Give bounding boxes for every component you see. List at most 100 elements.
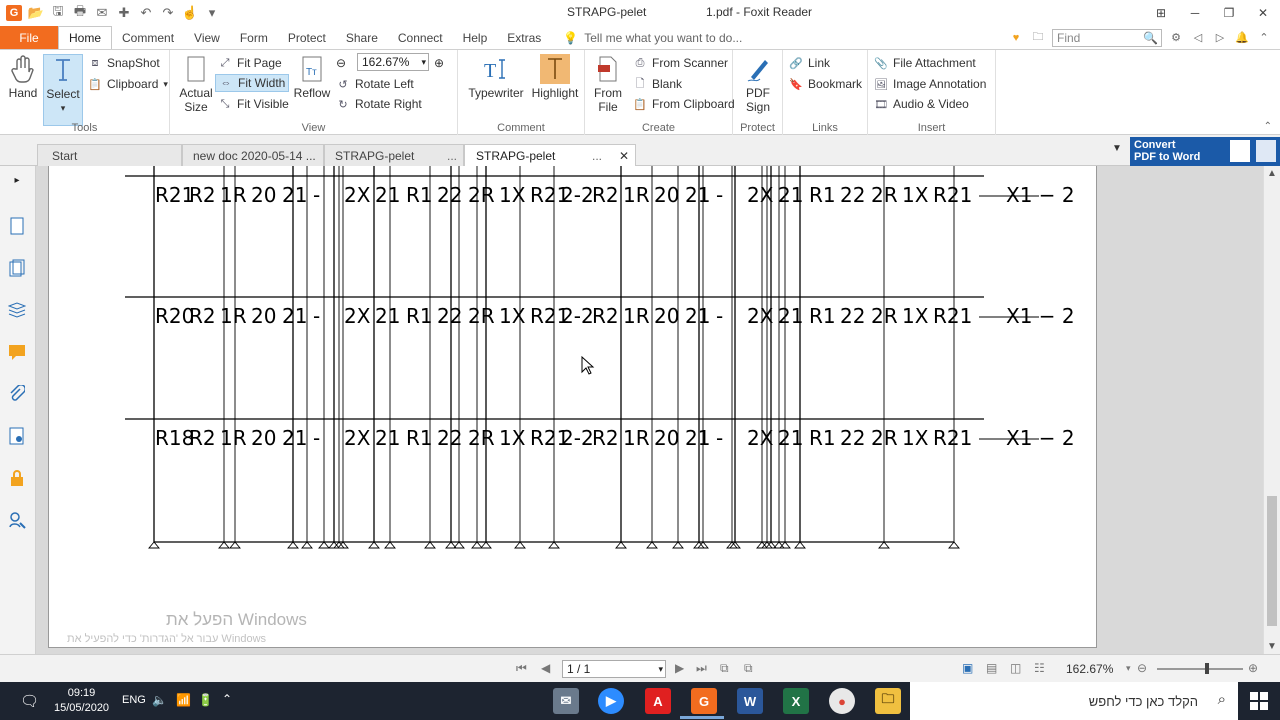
pdf-sign-button[interactable]: PDF Sign <box>739 54 777 114</box>
tab-share[interactable]: Share <box>336 26 388 49</box>
link-button[interactable]: 🔗 Link <box>789 54 830 72</box>
fit-page-button[interactable]: ⤢ Fit Page <box>218 54 282 72</box>
volume-icon[interactable]: 🔈 <box>152 693 167 707</box>
snapshot-button[interactable]: ⧈ SnapShot <box>88 54 160 72</box>
continuous-page-icon[interactable]: ▤ <box>986 661 997 675</box>
undo-icon[interactable]: ↶ <box>136 3 156 23</box>
tab-view[interactable]: View <box>184 26 230 49</box>
redo-icon[interactable]: ↷ <box>158 3 178 23</box>
file-attachment-button[interactable]: 📎 File Attachment <box>874 54 976 72</box>
find-input[interactable]: Find 🔍 <box>1052 28 1162 47</box>
rotate-left-button[interactable]: ↺ Rotate Left <box>336 75 413 93</box>
minimize-button[interactable]: ─ <box>1178 0 1212 26</box>
typewriter-button[interactable]: T Typewriter <box>466 54 526 100</box>
tab-home[interactable]: Home <box>58 26 113 49</box>
doc-tab-new-doc[interactable]: new doc 2020-05-14 ... <box>182 144 324 166</box>
tab-connect[interactable]: Connect <box>388 26 453 49</box>
zoom-out-icon[interactable]: ⊖ <box>336 54 346 72</box>
forward-icon[interactable]: ▷ <box>1212 30 1228 46</box>
zoom-app-icon[interactable]: ▶ <box>598 688 624 714</box>
attachments-icon[interactable] <box>7 384 27 404</box>
new-icon[interactable]: ✚ <box>114 3 134 23</box>
highlight-button[interactable]: Highlight <box>530 54 580 100</box>
zoom-level[interactable]: 162.67% <box>1066 662 1113 676</box>
doc-tab-start[interactable]: Start <box>37 144 182 166</box>
security-lock-icon[interactable] <box>7 468 27 488</box>
search-folder-icon[interactable]: 🗀 <box>1030 30 1046 46</box>
facing-page-icon[interactable]: ◫ <box>1010 661 1021 675</box>
open-folder-icon[interactable]: 📂 <box>26 3 46 23</box>
customize-icon[interactable]: ▾ <box>202 3 222 23</box>
tab-protect[interactable]: Protect <box>278 26 336 49</box>
next-view-icon[interactable]: ⧉ <box>744 661 753 676</box>
taskbar-clock[interactable]: 09:19 15/05/2020 <box>54 686 109 716</box>
fit-visible-button[interactable]: ⤡ Fit Visible <box>218 95 289 113</box>
tab-comment[interactable]: Comment <box>112 26 184 49</box>
acrobat-app-icon[interactable]: A <box>645 688 671 714</box>
previous-view-icon[interactable]: ⧉ <box>720 661 729 676</box>
notifications-icon[interactable]: 🗨 <box>20 692 39 710</box>
zoom-select[interactable]: 162.67% ▾ <box>357 53 429 71</box>
tell-me-box[interactable]: 💡 Tell me what you want to do... <box>563 26 742 49</box>
hand-button[interactable]: Hand <box>6 54 40 100</box>
from-clipboard-button[interactable]: 📋 From Clipboard <box>633 95 735 113</box>
close-button[interactable]: ✕ <box>1246 0 1280 26</box>
bookmark-button[interactable]: 🔖 Bookmark <box>789 75 862 93</box>
zoom-slider-knob[interactable] <box>1205 663 1209 674</box>
last-page-icon[interactable]: ⏭ <box>696 661 707 676</box>
continuous-facing-icon[interactable]: ☷ <box>1034 661 1045 675</box>
fit-width-button[interactable]: ⇔ Fit Width <box>215 74 290 92</box>
doc-tab-strapg-1[interactable]: STRAPG-pelet ... <box>324 144 464 166</box>
comments-icon[interactable] <box>7 342 27 362</box>
convert-pdf-to-word-banner[interactable]: Convert PDF to Word <box>1130 137 1280 166</box>
zoom-in-status-icon[interactable]: ⊕ <box>1248 661 1258 675</box>
wifi-icon[interactable]: 📶 <box>176 693 191 707</box>
tab-help[interactable]: Help <box>453 26 498 49</box>
page-number-input[interactable]: 1 / 1 ▾ <box>562 660 666 678</box>
taskbar-search-box[interactable]: הקלד כאן כדי לחפש ⌕ <box>910 682 1238 720</box>
audio-video-button[interactable]: 🎞 Audio & Video <box>874 95 969 113</box>
maximize-button[interactable]: ❐ <box>1212 0 1246 26</box>
file-explorer-app-icon[interactable]: 🗀 <box>875 688 901 714</box>
tab-list-dropdown-icon[interactable]: ▼ <box>1112 143 1122 154</box>
document-view[interactable]: R21 R2 1R 20 21-2X 21 R1 22 2R 1X R21 2-2 R2 1R 20 21-2… <box>48 166 1263 654</box>
ribbon-options-icon[interactable]: ⊞ <box>1144 0 1178 26</box>
close-tab-icon[interactable]: ✕ <box>619 149 629 163</box>
single-page-icon[interactable]: ▣ <box>962 661 973 675</box>
tray-expand-icon[interactable]: ⌃ <box>222 692 232 706</box>
email-icon[interactable]: ✉ <box>92 3 112 23</box>
vertical-scrollbar[interactable]: ▲ ▼ <box>1263 166 1280 654</box>
scrollbar-thumb[interactable] <box>1267 496 1277 626</box>
start-button[interactable] <box>1238 682 1280 720</box>
search-icon[interactable]: 🔍 <box>1143 31 1161 45</box>
scroll-down-icon[interactable]: ▼ <box>1267 641 1277 652</box>
zoom-menu-icon[interactable]: ▾ <box>1126 663 1131 674</box>
signatures-icon[interactable] <box>7 426 27 446</box>
rotate-right-button[interactable]: ↻ Rotate Right <box>336 95 421 113</box>
select-button[interactable]: Select ▾ <box>43 54 83 126</box>
next-page-icon[interactable]: ▶ <box>675 661 684 675</box>
tab-extras[interactable]: Extras <box>497 26 551 49</box>
from-file-button[interactable]: From File <box>591 54 625 114</box>
language-indicator[interactable]: ENG <box>122 694 146 706</box>
foxit-app-icon[interactable]: G <box>691 688 717 714</box>
image-annotation-button[interactable]: 🖼 Image Annotation <box>874 75 986 93</box>
bell-icon[interactable]: 🔔 <box>1234 30 1250 46</box>
tab-form[interactable]: Form <box>230 26 278 49</box>
battery-icon[interactable]: 🔋 <box>198 693 213 707</box>
page-dropdown-icon[interactable]: ▾ <box>658 664 665 675</box>
clipboard-button[interactable]: 📋 Clipboard ▾ <box>88 75 168 93</box>
save-icon[interactable]: 🖫 <box>48 3 68 23</box>
blank-button[interactable]: 🗋 Blank <box>633 75 682 93</box>
zoom-slider[interactable] <box>1157 668 1243 670</box>
back-icon[interactable]: ◁ <box>1190 30 1206 46</box>
excel-app-icon[interactable]: X <box>783 688 809 714</box>
bookmarks-stack-icon[interactable] <box>7 300 27 320</box>
first-page-icon[interactable]: ⏮ <box>516 661 527 676</box>
collapse-ribbon-chevron-icon[interactable]: ⌃ <box>1264 121 1272 132</box>
word-app-icon[interactable]: W <box>737 688 763 714</box>
scroll-up-icon[interactable]: ▲ <box>1267 168 1277 179</box>
doc-tab-strapg-active[interactable]: STRAPG-pelet ... ✕ <box>464 144 636 166</box>
hand-tool-icon[interactable]: ☝ <box>180 3 200 23</box>
from-scanner-button[interactable]: ⎙ From Scanner <box>633 54 728 72</box>
